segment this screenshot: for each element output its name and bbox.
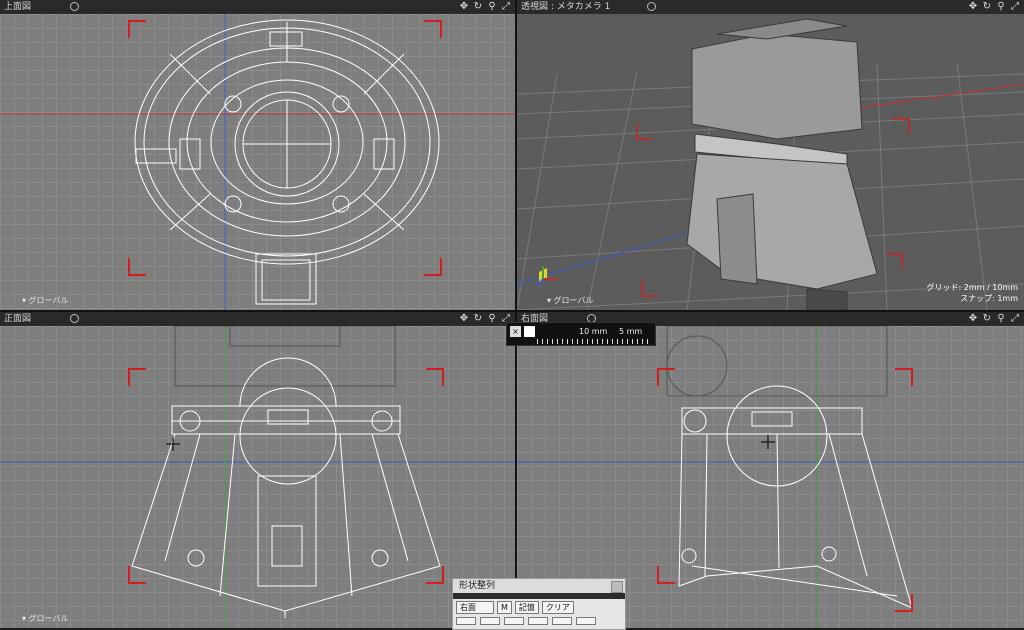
ruler-toggle[interactable] [524, 326, 535, 337]
ruler-label-minor: 5 mm [619, 327, 643, 336]
grid-status: グリッド: 2mm / 10mm スナップ: 1mm [927, 282, 1018, 304]
viewport-title: 透視図 : メタカメラ 1 [521, 2, 611, 12]
ruler-label-major: 10 mm [579, 327, 608, 336]
rotate-icon[interactable]: ↻ [982, 312, 992, 326]
frame-corner [657, 368, 675, 386]
frame-corner [128, 258, 146, 276]
view-tools: ✥ ↻ ⚲ ⤢ [968, 0, 1020, 14]
frame-corner [657, 566, 675, 584]
frame-corner [424, 258, 442, 276]
frame-corner [426, 368, 444, 386]
rotate-icon[interactable]: ↻ [473, 312, 483, 326]
memory-button[interactable]: 記憶 [514, 601, 539, 614]
frame-corner [895, 368, 913, 386]
align-button[interactable] [504, 617, 524, 625]
palette-controls: 右面 M 記憶 クリア [453, 599, 625, 616]
viewport-front[interactable]: 正面図 ✥ ↻ ⚲ ⤢ ▾ グローバル [0, 312, 515, 628]
frame-corner [128, 566, 146, 584]
view-tools: ✥ ↻ ⚲ ⤢ [459, 312, 511, 326]
palette-align-buttons [453, 616, 625, 626]
view-tools: ✥ ↻ ⚲ ⤢ [459, 0, 511, 14]
grid-size-text: グリッド: 2mm / 10mm [926, 283, 1018, 292]
fit-icon[interactable]: ⤢ [1010, 312, 1020, 326]
palette-title-text: 形状整列 [459, 581, 496, 591]
zoom-icon[interactable]: ⚲ [996, 312, 1006, 326]
align-button[interactable] [528, 617, 548, 625]
fit-icon[interactable]: ⤢ [501, 0, 511, 14]
axis-indicator[interactable]: ▾ グローバル [22, 295, 68, 306]
align-button[interactable] [576, 617, 596, 625]
frame-corner [128, 368, 146, 386]
rotate-icon[interactable]: ↻ [473, 0, 483, 14]
camera-icon[interactable] [647, 2, 656, 11]
viewport-header: 正面図 ✥ ↻ ⚲ ⤢ [0, 312, 515, 326]
view-tools: ✥ ↻ ⚲ ⤢ [968, 312, 1020, 326]
viewport-title: 正面図 [4, 314, 32, 324]
viewport-perspective[interactable]: 透視図 : メタカメラ 1 ✥ ↻ ⚲ ⤢ ▾ グローバル グリッド: 2mm … [517, 0, 1024, 310]
close-icon[interactable]: × [510, 326, 521, 337]
frame-corner [426, 566, 444, 584]
align-button[interactable] [480, 617, 500, 625]
align-palette[interactable]: 形状整列 右面 M 記憶 クリア [452, 578, 626, 630]
align-button[interactable] [456, 617, 476, 625]
move-icon[interactable]: ✥ [968, 0, 978, 14]
fit-icon[interactable]: ⤢ [1010, 0, 1020, 14]
viewport-header: 上面図 ✥ ↻ ⚲ ⤢ [0, 0, 515, 14]
snap-text: スナップ: 1mm [960, 294, 1018, 303]
view-select[interactable]: 右面 [456, 601, 494, 614]
m-toggle[interactable]: M [497, 601, 512, 614]
perspective-model [517, 18, 1024, 310]
viewport-header: 透視図 : メタカメラ 1 ✥ ↻ ⚲ ⤢ [517, 0, 1024, 14]
frame-corner [424, 20, 442, 38]
axis-gizmo [536, 266, 557, 287]
move-icon[interactable]: ✥ [459, 312, 469, 326]
clear-button[interactable]: クリア [541, 601, 574, 614]
zoom-icon[interactable]: ⚲ [996, 0, 1006, 14]
divider-vertical[interactable] [515, 0, 517, 628]
rotate-icon[interactable]: ↻ [982, 0, 992, 14]
move-icon[interactable]: ✥ [459, 0, 469, 14]
zoom-icon[interactable]: ⚲ [487, 0, 497, 14]
align-button[interactable] [552, 617, 572, 625]
frame-corner [895, 594, 913, 612]
camera-icon[interactable] [70, 314, 79, 323]
divider-horizontal[interactable] [0, 310, 1024, 312]
palette-title[interactable]: 形状整列 [453, 579, 625, 593]
zoom-icon[interactable]: ⚲ [487, 312, 497, 326]
viewport-title: 上面図 [4, 2, 32, 12]
move-icon[interactable]: ✥ [968, 312, 978, 326]
camera-icon[interactable] [70, 2, 79, 11]
ruler-ticks [537, 339, 651, 344]
measure-ruler[interactable]: × 10 mm 5 mm [506, 322, 656, 346]
axis-indicator[interactable]: ▾ グローバル [547, 295, 593, 306]
viewport-top[interactable]: 上面図 ✥ ↻ ⚲ ⤢ ▾ グローバル [0, 0, 515, 310]
close-icon[interactable] [611, 581, 623, 593]
axis-indicator[interactable]: ▾ グローバル [22, 613, 68, 624]
frame-corner [128, 20, 146, 38]
